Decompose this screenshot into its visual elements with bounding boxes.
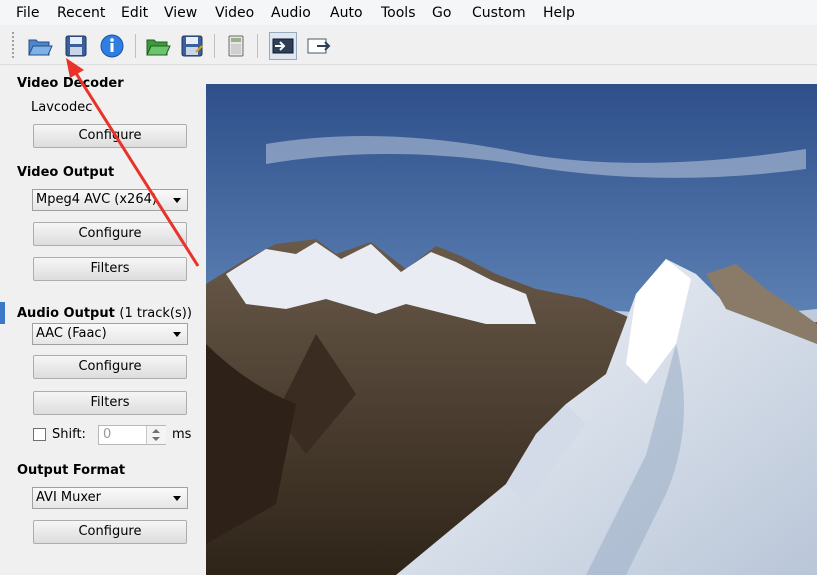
chevron-down-icon [173,332,181,337]
toolbar-grip[interactable] [12,32,14,60]
chevron-down-icon[interactable] [152,437,160,441]
menu-view[interactable]: View [164,5,197,21]
output-format-title: Output Format [17,463,126,478]
audio-output-codec-select[interactable]: AAC (Faac) [32,323,188,345]
video-output-filters-button[interactable]: Filters [33,257,187,281]
chevron-down-icon [173,496,181,501]
menu-go[interactable]: Go [432,5,451,21]
mountain-frame-image [206,84,817,575]
menu-recent[interactable]: Recent [57,5,105,21]
toolbar-separator [135,34,136,58]
toolbar-separator [257,34,258,58]
video-decoder-title: Video Decoder [17,76,124,91]
video-output-selected: Mpeg4 AVC (x264) [36,192,157,207]
chevron-up-icon[interactable] [152,429,160,433]
shift-spin-buttons[interactable] [146,426,166,444]
menu-help[interactable]: Help [543,5,575,21]
toolbar [0,26,817,65]
play-input-icon[interactable] [269,32,297,60]
menu-auto[interactable]: Auto [330,5,363,21]
output-format-select[interactable]: AVI Muxer [32,487,188,509]
output-format-configure-button[interactable]: Configure [33,520,187,544]
audio-output-configure-button[interactable]: Configure [33,355,187,379]
menu-tools[interactable]: Tools [381,5,416,21]
info-icon[interactable] [98,32,126,60]
video-decoder-codec: Lavcodec [31,100,93,115]
video-decoder-configure-button[interactable]: Configure [33,124,187,148]
chevron-down-icon [173,198,181,203]
video-output-configure-button[interactable]: Configure [33,222,187,246]
menu-custom[interactable]: Custom [472,5,526,21]
menu-file[interactable]: File [16,5,39,21]
toolbar-separator [214,34,215,58]
play-output-icon[interactable] [305,32,333,60]
window-edge-accent [0,302,5,324]
shift-label: Shift: [52,427,86,442]
output-format-selected: AVI Muxer [36,490,102,505]
video-preview[interactable] [206,84,817,575]
shift-checkbox[interactable] [33,428,46,441]
open-green-folder-icon[interactable] [144,32,172,60]
save-disk-icon[interactable] [62,32,90,60]
calculator-icon[interactable] [222,32,250,60]
menu-video[interactable]: Video [215,5,254,21]
video-output-title: Video Output [17,165,115,180]
audio-output-selected: AAC (Faac) [36,326,107,341]
audio-output-title-text: Audio Output [17,306,115,321]
shift-unit: ms [172,427,192,442]
open-folder-icon[interactable] [26,32,54,60]
video-output-codec-select[interactable]: Mpeg4 AVC (x264) [32,189,188,211]
menu-audio[interactable]: Audio [271,5,311,21]
audio-output-filters-button[interactable]: Filters [33,391,187,415]
save-as-icon[interactable] [178,32,206,60]
menu-edit[interactable]: Edit [121,5,148,21]
settings-panel: Video Decoder Lavcodec Configure Video O… [0,66,205,575]
audio-output-title: Audio Output (1 track(s)) [17,306,192,321]
menu-bar: File Recent Edit View Video Audio Auto T… [0,0,817,25]
audio-output-track-count: (1 track(s)) [119,306,192,321]
